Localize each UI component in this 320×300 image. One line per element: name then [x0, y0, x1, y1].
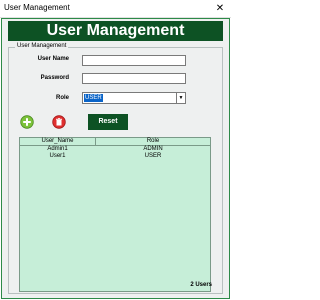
role-label: Role — [55, 95, 69, 101]
column-header-role[interactable]: Role — [96, 138, 210, 145]
close-icon[interactable]: ✕ — [209, 0, 231, 17]
plus-circle-icon — [20, 115, 34, 129]
title-bar: User Management ✕ — [0, 0, 231, 18]
app-window: User Management User Management User Nam… — [1, 18, 230, 299]
users-table[interactable]: User_Name Role Admin1 ADMIN User1 USER — [19, 137, 211, 292]
cell-role: ADMIN — [143, 146, 163, 152]
cell-role: USER — [144, 153, 162, 159]
trash-icon — [52, 115, 66, 129]
role-select[interactable]: USER ▼ — [82, 92, 186, 104]
chevron-down-icon[interactable]: ▼ — [176, 93, 185, 103]
username-field[interactable] — [82, 55, 186, 66]
reset-button[interactable]: Reset — [88, 114, 128, 130]
table-header: User_Name Role — [20, 138, 210, 146]
role-selected-value: USER — [84, 94, 103, 102]
username-label: User Name — [37, 56, 69, 62]
password-field[interactable] — [82, 73, 186, 84]
table-row[interactable]: Admin1 ADMIN — [20, 146, 210, 153]
add-user-button[interactable] — [20, 115, 34, 129]
page-title: User Management — [8, 21, 223, 41]
column-header-user-name[interactable]: User_Name — [20, 138, 96, 145]
user-count-label: 2 Users — [190, 282, 212, 288]
cell-user-name: Admin1 — [47, 146, 68, 152]
user-management-group: User Management User Name Password Role … — [8, 43, 223, 294]
group-label: User Management — [15, 43, 69, 49]
window-title: User Management — [4, 3, 70, 12]
password-label: Password — [40, 75, 69, 81]
delete-user-button[interactable] — [52, 115, 66, 129]
cell-user-name: User1 — [49, 153, 66, 159]
table-row[interactable]: User1 USER — [20, 153, 210, 160]
